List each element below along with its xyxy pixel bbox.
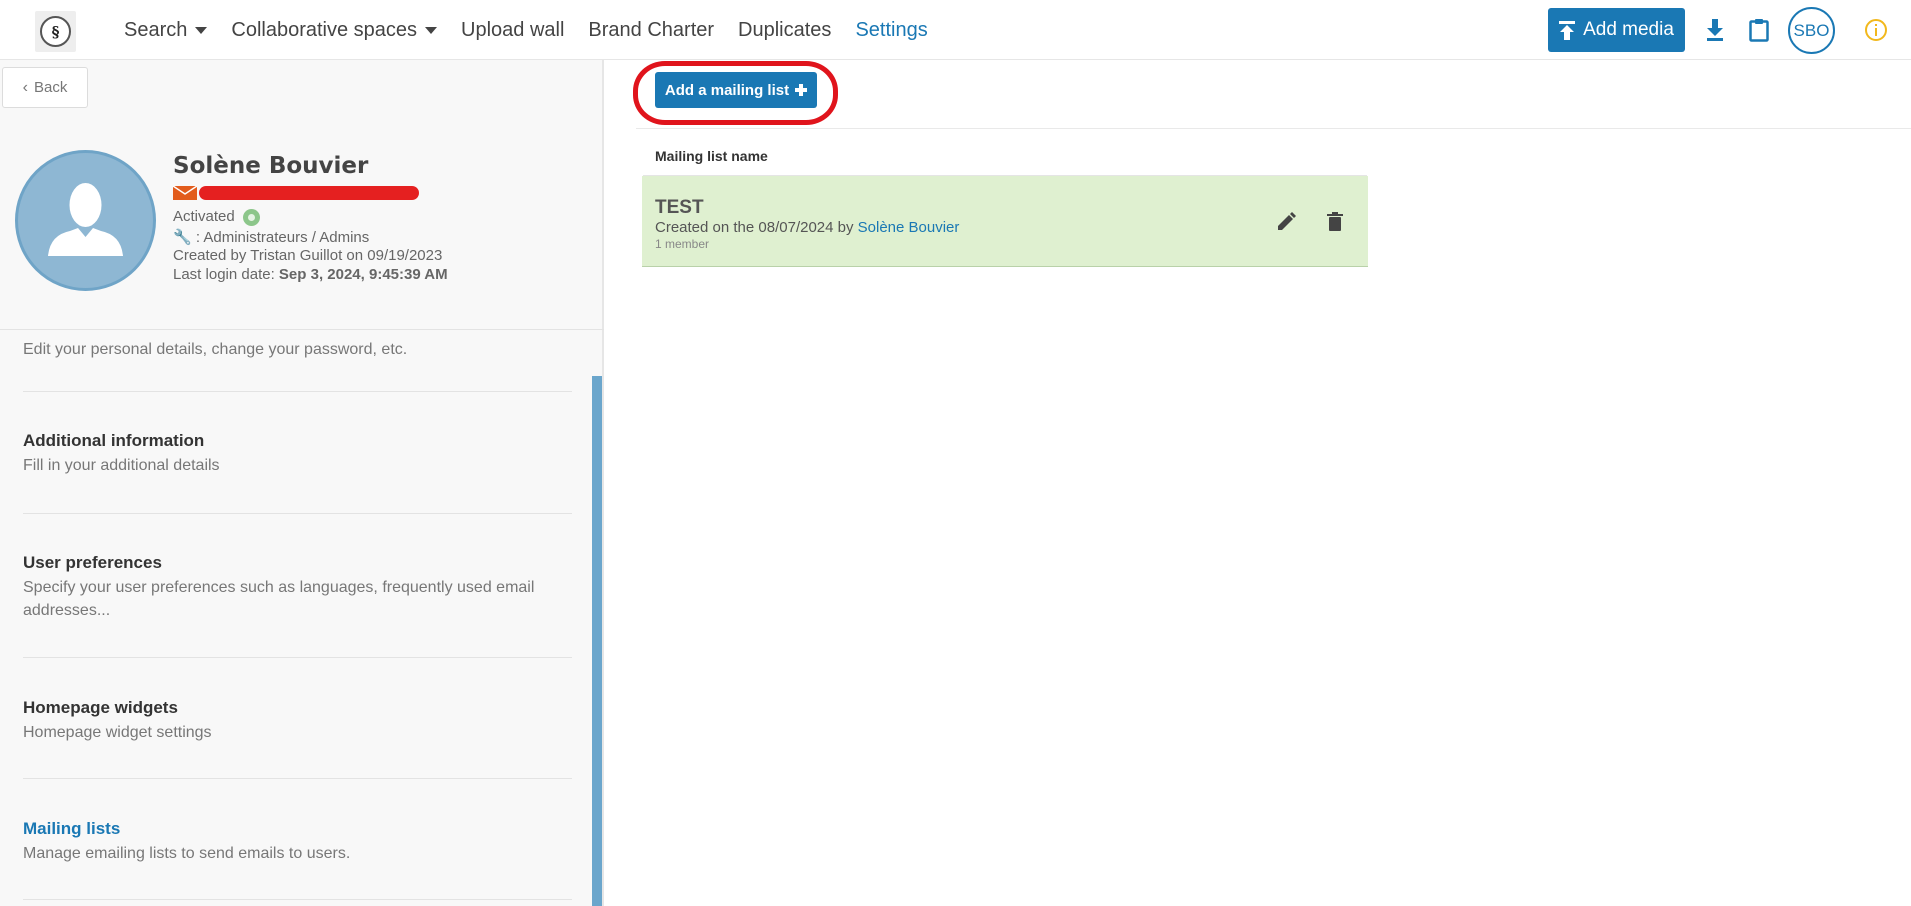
status-line: Activated — [173, 208, 260, 226]
nav-duplicates[interactable]: Duplicates — [738, 19, 831, 42]
role-line: 🔧 : Administrateurs / Admins — [173, 228, 369, 246]
email-row — [173, 184, 419, 202]
sidebar-item-title: Additional information — [23, 431, 205, 450]
logo-emblem-icon: § — [40, 16, 71, 47]
last-login-prefix: Last login date: — [173, 266, 279, 283]
sidebar-item-title: Mailing lists — [23, 819, 121, 838]
chevron-down-icon — [425, 26, 438, 34]
nav-brand-charter-label: Brand Charter — [588, 18, 715, 41]
sidebar-item-user-preferences[interactable]: User preferences Specify your user prefe… — [23, 514, 572, 658]
sidebar-item-desc: Manage emailing lists to send emails to … — [23, 845, 351, 862]
user-silhouette-icon — [48, 183, 123, 256]
add-mailing-list-button[interactable]: Add a mailing list — [655, 72, 817, 108]
add-media-button[interactable]: Add media — [1548, 8, 1685, 52]
nav-upload-wall-label: Upload wall — [461, 18, 565, 41]
role-text: : Administrateurs / Admins — [195, 229, 370, 246]
envelope-icon — [173, 186, 197, 200]
add-mailing-list-label: Add a mailing list — [664, 81, 790, 99]
user-avatar-button[interactable]: SBO — [1788, 7, 1835, 54]
profile-name: Solène Bouvier — [173, 153, 369, 179]
sidebar-item-desc: Specify your user preferences such as la… — [23, 579, 535, 619]
redacted-email — [199, 186, 419, 200]
chevron-left-icon: ‹ — [22, 78, 28, 96]
sidebar-item-additional-information[interactable]: Additional information Fill in your addi… — [23, 392, 572, 514]
created-prefix: Created on the 08/07/2024 by — [655, 219, 858, 236]
mailing-list-name: TEST — [655, 197, 704, 218]
status-active-icon — [242, 208, 260, 226]
sidebar-item-mailing-lists[interactable]: Mailing lists Manage emailing lists to s… — [23, 779, 572, 900]
top-navigation-bar: § Search Collaborative spaces Upload wal… — [0, 0, 1911, 60]
status-text: Activated — [173, 208, 235, 225]
last-login-line: Last login date: Sep 3, 2024, 9:45:39 AM — [173, 266, 448, 283]
mailing-list-created: Created on the 08/07/2024 by Solène Bouv… — [655, 219, 959, 236]
settings-menu: Edit your personal details, change your … — [23, 330, 572, 900]
wrench-icon: 🔧 — [173, 229, 192, 246]
sidebar-item-title: User preferences — [23, 553, 162, 572]
nav-settings-label: Settings — [855, 18, 928, 41]
sidebar-item-homepage-widgets[interactable]: Homepage widgets Homepage widget setting… — [23, 658, 572, 779]
clipboard-icon[interactable] — [1747, 18, 1771, 42]
last-login-value: Sep 3, 2024, 9:45:39 AM — [278, 266, 448, 283]
sidebar-scrollbar[interactable] — [592, 376, 602, 906]
member-count: 1 member — [655, 237, 710, 251]
profile-sidebar: ‹ Back Solène Bouvier Activated 🔧 : Admi… — [0, 60, 604, 906]
creator-link[interactable]: Solène Bouvier — [858, 219, 960, 236]
trash-icon[interactable] — [1324, 210, 1346, 232]
nav-brand-charter[interactable]: Brand Charter — [588, 19, 714, 42]
info-icon[interactable] — [1864, 18, 1888, 42]
sidebar-item-title: Homepage widgets — [23, 698, 178, 717]
column-header-name: Mailing list name — [655, 148, 768, 164]
sidebar-item-desc: Fill in your additional details — [23, 457, 220, 474]
download-icon[interactable] — [1703, 18, 1727, 42]
add-media-label: Add media — [1583, 19, 1674, 40]
sidebar-item-desc: Homepage widget settings — [23, 724, 212, 741]
nav-search[interactable]: Search — [124, 18, 208, 42]
nav-duplicates-label: Duplicates — [738, 18, 832, 41]
nav-search-label: Search — [124, 18, 188, 41]
plus-icon — [795, 84, 808, 96]
created-line: Created by Tristan Guillot on 09/19/2023 — [173, 247, 443, 264]
nav-upload-wall[interactable]: Upload wall — [461, 19, 564, 42]
upload-icon — [1559, 20, 1576, 40]
edit-icon[interactable] — [1276, 210, 1298, 232]
back-button[interactable]: ‹ Back — [2, 67, 88, 108]
main-nav: Search Collaborative spaces Upload wall … — [124, 0, 952, 60]
sidebar-item-desc: Edit your personal details, change your … — [23, 341, 408, 358]
chevron-down-icon — [195, 26, 208, 34]
nav-collaborative-spaces-label: Collaborative spaces — [231, 18, 418, 41]
nav-collaborative-spaces[interactable]: Collaborative spaces — [231, 18, 438, 42]
nav-settings[interactable]: Settings — [855, 19, 927, 42]
table-row[interactable]: TEST Created on the 08/07/2024 by Solène… — [642, 176, 1368, 267]
app-logo[interactable]: § — [35, 11, 76, 52]
toolbar-divider — [636, 128, 1911, 129]
sidebar-item-personal-details[interactable]: Edit your personal details, change your … — [23, 330, 572, 392]
profile-avatar — [15, 150, 156, 291]
user-initials: SBO — [1793, 20, 1830, 40]
back-label: Back — [33, 79, 68, 96]
mailing-lists-panel: Add a mailing list Mailing list name TES… — [606, 60, 1911, 906]
